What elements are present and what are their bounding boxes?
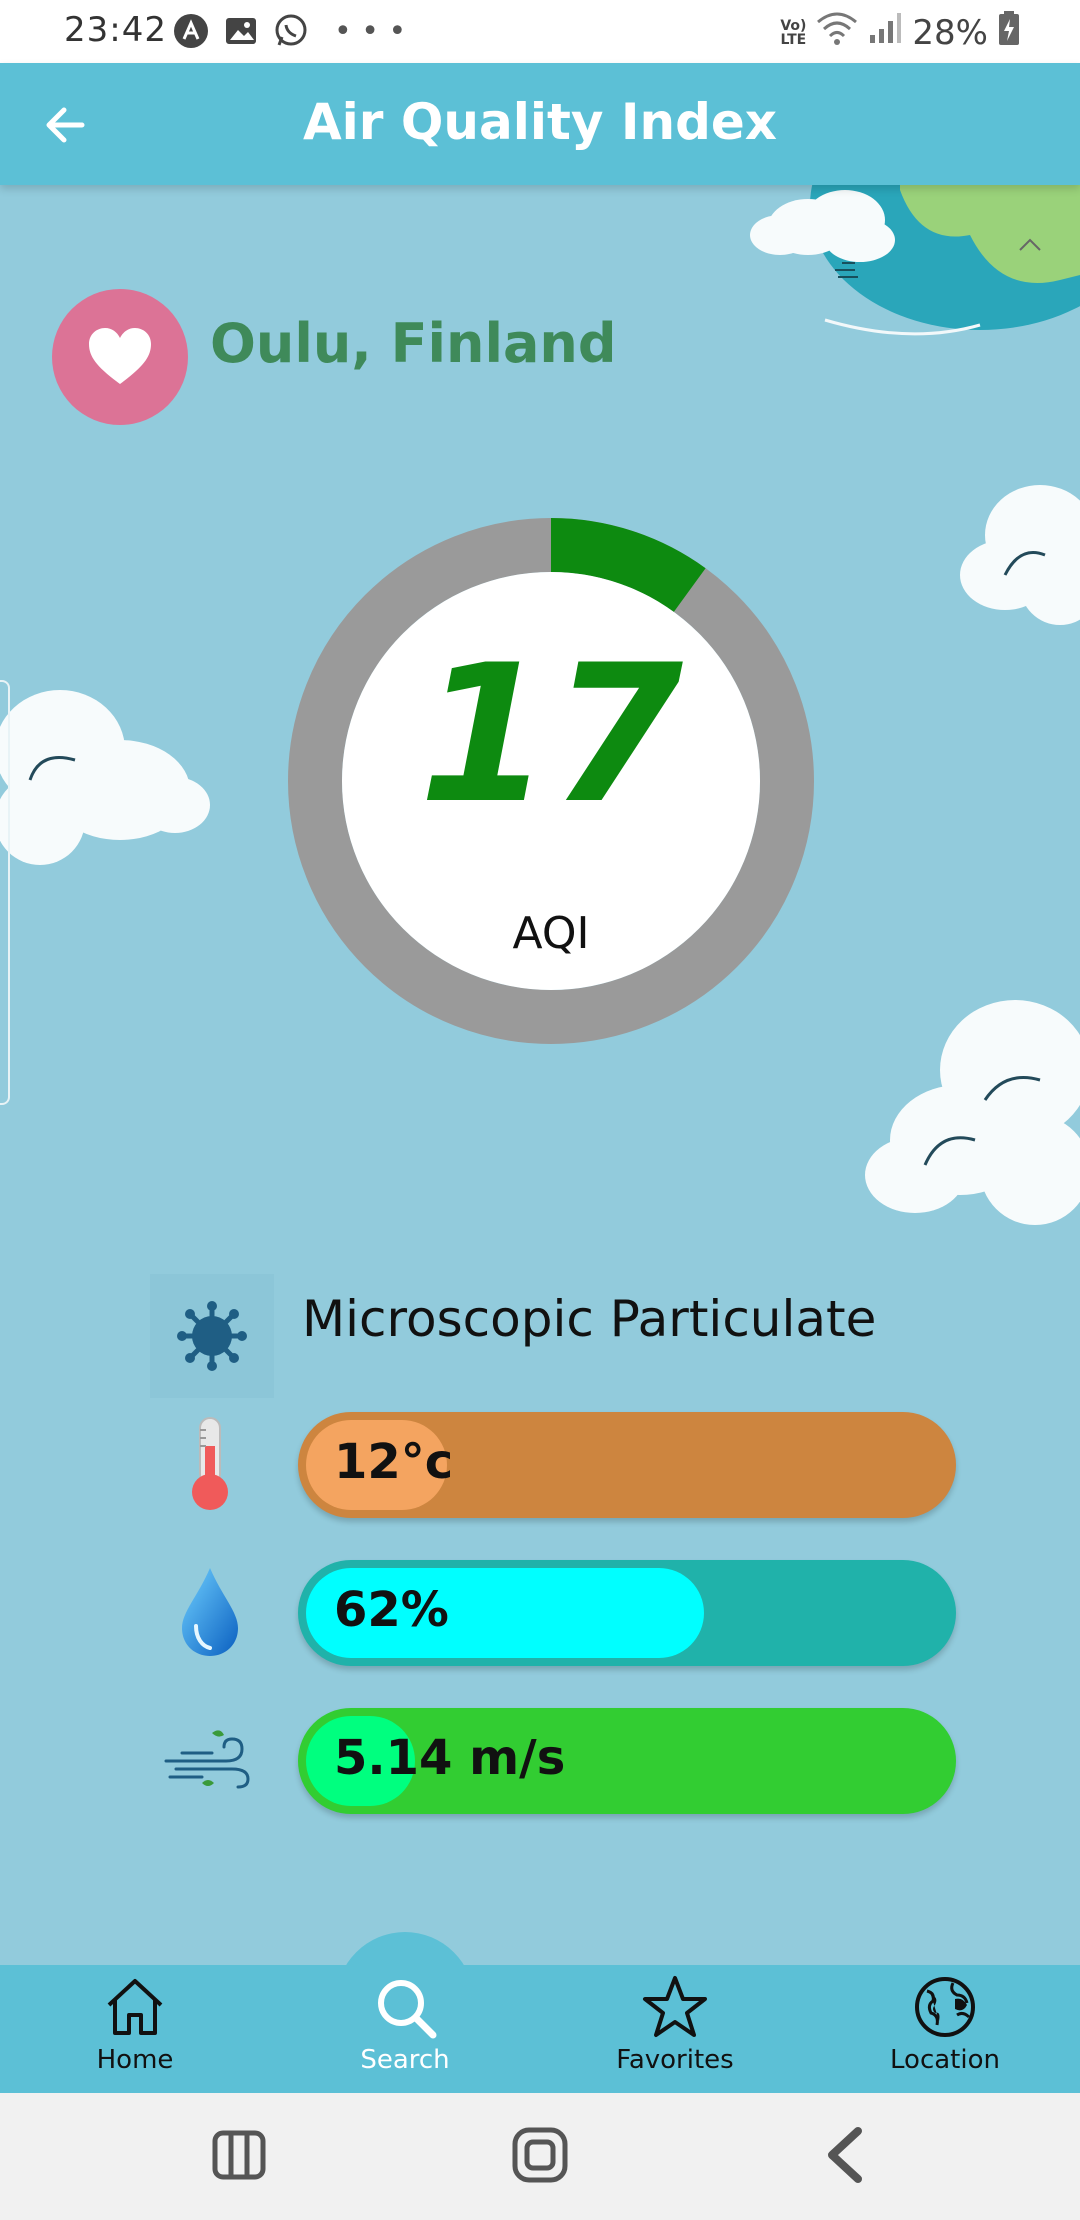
- star-icon: [643, 1976, 707, 2037]
- recents-icon: [212, 2130, 266, 2180]
- back-system-button[interactable]: [810, 2120, 880, 2190]
- water-drop-icon: [182, 1568, 238, 1656]
- temperature-icon-box: [160, 1414, 260, 1514]
- cloud-illustration: [865, 1000, 1080, 1225]
- nav-favorites-label: Favorites: [616, 2045, 734, 2075]
- temperature-value: 12°c: [334, 1434, 454, 1490]
- status-time: 23:42: [64, 10, 167, 50]
- signal-icon: [868, 11, 902, 54]
- page-title: Air Quality Index: [302, 93, 778, 151]
- virus-icon: [177, 1301, 247, 1371]
- wind-value: 5.14 m/s: [334, 1730, 566, 1786]
- pollutant-name: Microscopic Particulate: [302, 1290, 877, 1348]
- nav-favorites[interactable]: Favorites: [575, 1975, 775, 2075]
- wifi-icon: [816, 10, 858, 55]
- recents-button[interactable]: [204, 2120, 274, 2190]
- volte-icon: Vo) LTE: [780, 17, 807, 48]
- whatsapp-icon: [272, 12, 310, 50]
- aqi-label: AQI: [512, 908, 590, 959]
- nav-location-label: Location: [890, 2045, 1000, 2075]
- cloud-illustration: [960, 485, 1080, 625]
- favorite-button[interactable]: [52, 289, 188, 425]
- location-name: Oulu, Finland: [210, 312, 617, 375]
- image-notification-icon: [222, 12, 260, 50]
- search-icon: [378, 1980, 437, 2039]
- nav-home[interactable]: Home: [35, 1975, 235, 2075]
- temperature-bar: 12°c: [298, 1412, 956, 1518]
- wind-icon: [164, 1730, 250, 1789]
- app-bar: Air Quality Index: [0, 63, 1080, 185]
- status-bar: 23:42 • • • Vo) LTE 28%: [0, 0, 1080, 63]
- notification-icons: • • •: [172, 12, 406, 50]
- aqi-value: 17: [418, 624, 684, 845]
- nav-search-label: Search: [360, 2045, 450, 2075]
- battery-charging-icon: [998, 10, 1020, 55]
- app-notification-icon: [172, 12, 210, 50]
- cloud-illustration: [0, 690, 210, 865]
- wind-icon-box: [158, 1710, 258, 1810]
- humidity-bar: 62%: [298, 1560, 956, 1666]
- battery-percent: 28%: [912, 12, 988, 53]
- system-status: Vo) LTE 28%: [780, 10, 1020, 55]
- more-notifications-icon: • • •: [334, 13, 407, 49]
- home-system-button[interactable]: [505, 2120, 575, 2190]
- wind-bar: 5.14 m/s: [298, 1708, 956, 1814]
- globe-icon: [915, 1977, 975, 2037]
- nav-home-label: Home: [96, 2045, 174, 2075]
- nav-search[interactable]: Search: [305, 1975, 505, 2075]
- heart-icon: [89, 328, 151, 384]
- home-icon: [107, 1979, 163, 2035]
- pollutant-icon-box: [150, 1274, 274, 1398]
- humidity-value: 62%: [334, 1582, 449, 1638]
- home-button-icon: [512, 2127, 568, 2183]
- humidity-icon-box: [160, 1562, 260, 1662]
- drawer-edge-handle[interactable]: [0, 680, 10, 1105]
- nav-location[interactable]: Location: [845, 1975, 1045, 2075]
- globe-illustration: [750, 185, 1080, 336]
- back-chevron-icon: [828, 2127, 862, 2183]
- thermometer-icon: [192, 1417, 228, 1510]
